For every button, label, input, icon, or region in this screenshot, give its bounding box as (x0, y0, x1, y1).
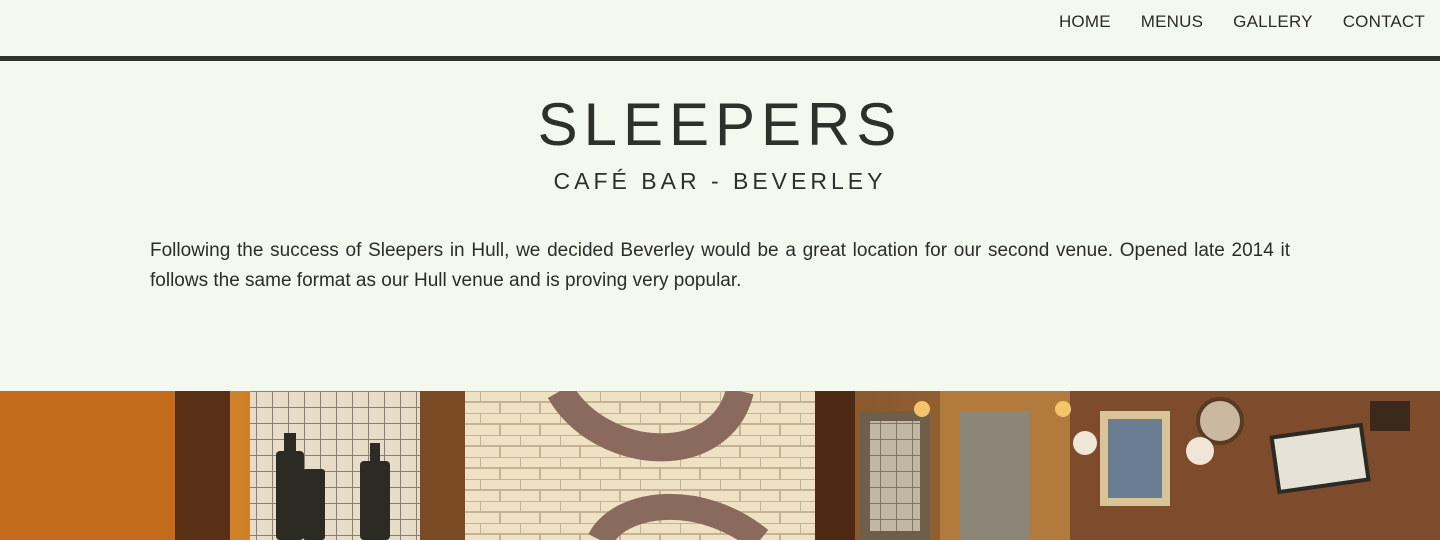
nav-home-link[interactable]: HOME (1059, 12, 1111, 32)
top-navigation: HOME MENUS GALLERY CONTACT (0, 0, 1440, 56)
nav-contact-link[interactable]: CONTACT (1343, 12, 1425, 32)
hero-image (0, 391, 1440, 540)
nav-menus-link[interactable]: MENUS (1141, 12, 1203, 32)
nav-menu: HOME MENUS GALLERY CONTACT (1059, 12, 1425, 32)
cafe-interior-photo (0, 391, 1440, 540)
brand-title: SLEEPERS (537, 91, 903, 158)
nav-gallery-link[interactable]: GALLERY (1233, 12, 1313, 32)
intro-paragraph: Following the success of Sleepers in Hul… (150, 240, 1290, 291)
header-divider (0, 56, 1440, 61)
brand-subtitle: CAFÉ BAR - BEVERLEY (553, 168, 887, 194)
